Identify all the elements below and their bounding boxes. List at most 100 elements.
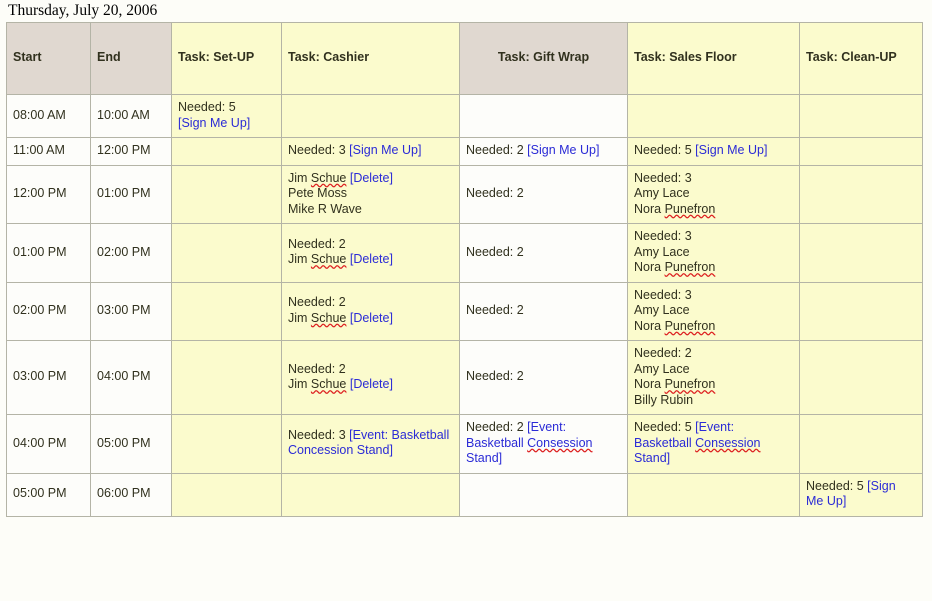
cell-start-time: 02:00 PM <box>6 281 91 341</box>
cell-setup <box>171 340 282 415</box>
cell-sales-floor: Needed: 5 [Sign Me Up] <box>627 137 800 166</box>
column-header-end: End <box>90 22 172 95</box>
assignee-name: Jim Schue <box>288 170 347 185</box>
cell-sales-floor: Needed: 3 Amy Lace Nora Punefron <box>627 281 800 341</box>
cell-start-time: 01:00 PM <box>6 223 91 283</box>
table-row: 04:00 PM 05:00 PM Needed: 3 [Event: Bask… <box>6 414 923 474</box>
cell-cashier: Needed: 2 Jim Schue [Delete] <box>281 281 460 341</box>
assignee-name: Amy Lace <box>634 361 690 376</box>
sign-me-up-link[interactable]: [Sign Me Up] <box>527 143 599 157</box>
assignee-name: Billy Rubin <box>634 392 694 407</box>
cell-clean-up <box>799 94 923 138</box>
cell-clean-up <box>799 281 923 341</box>
sign-me-up-link[interactable]: [Sign Me Up] <box>349 143 421 157</box>
misspelled-word: Consession <box>695 435 761 450</box>
delete-link[interactable]: [Delete] <box>350 252 393 266</box>
column-header-cashier: Task: Cashier <box>281 22 460 95</box>
table-header: Start End Task: Set-UP Task: Cashier Tas… <box>6 22 923 95</box>
cell-clean-up <box>799 414 923 474</box>
cell-sales-floor: Needed: 3 Amy Lace Nora Punefron <box>627 164 800 224</box>
misspelled-word: Punefron <box>664 318 716 333</box>
needed-count: Needed: 2 <box>634 346 692 360</box>
cell-end-time: 04:00 PM <box>90 340 172 415</box>
assignee-name: Amy Lace <box>634 186 690 200</box>
cell-cashier <box>281 94 460 138</box>
needed-count: Needed: 2 <box>466 143 524 157</box>
misspelled-word: Consession <box>527 435 593 450</box>
cell-cashier: Needed: 2 Jim Schue [Delete] <box>281 223 460 283</box>
misspelled-word: Schue <box>310 170 347 185</box>
cell-setup <box>171 414 282 474</box>
sign-me-up-link[interactable]: [Sign Me Up] <box>178 116 250 130</box>
column-header-clean-up: Task: Clean-UP <box>799 22 923 95</box>
assignee-name: Nora Punefron <box>634 201 716 216</box>
cell-gift-wrap: Needed: 2 <box>459 340 628 415</box>
needed-count: Needed: 3 <box>634 287 692 302</box>
needed-count: Needed: 2 <box>466 369 524 384</box>
cell-end-time: 01:00 PM <box>90 164 172 224</box>
cell-gift-wrap: Needed: 2 [Event: Basketball Consession … <box>459 414 628 474</box>
sign-me-up-link[interactable]: [Sign Me Up] <box>695 143 767 157</box>
assignee-name-row: Jim Schue [Delete] <box>288 377 453 393</box>
cell-gift-wrap: Needed: 2 [Sign Me Up] <box>459 137 628 166</box>
cell-gift-wrap: Needed: 2 <box>459 223 628 283</box>
cell-setup <box>171 164 282 224</box>
column-header-start: Start <box>6 22 91 95</box>
assignee-name-row: Jim Schue [Delete] <box>288 171 453 187</box>
cell-start-time: 12:00 PM <box>6 164 91 224</box>
table-row: 08:00 AM 10:00 AM Needed: 5 [Sign Me Up] <box>6 94 923 138</box>
misspelled-word: Punefron <box>664 260 716 274</box>
cell-cashier <box>281 472 460 517</box>
needed-count: Needed: 2 <box>466 244 524 259</box>
assignee-name: Nora Punefron <box>634 318 716 333</box>
cell-cashier: Needed: 3 [Event: Basketball Concession … <box>281 414 460 474</box>
needed-count: Needed: 2 <box>466 186 524 200</box>
cell-clean-up <box>799 223 923 283</box>
cell-end-time: 02:00 PM <box>90 223 172 283</box>
needed-count: Needed: 3 <box>288 427 346 442</box>
cell-gift-wrap: Needed: 2 <box>459 281 628 341</box>
cell-gift-wrap: Needed: 2 <box>459 164 628 224</box>
table-row: 01:00 PM 02:00 PM Needed: 2 Jim Schue [D… <box>6 223 923 283</box>
cell-start-time: 05:00 PM <box>6 472 91 517</box>
cell-end-time: 03:00 PM <box>90 281 172 341</box>
misspelled-word: Schue <box>310 377 347 391</box>
cell-clean-up <box>799 340 923 415</box>
needed-count: Needed: 2 <box>466 420 524 434</box>
cell-clean-up <box>799 164 923 224</box>
needed-count: Needed: 5 <box>178 100 236 114</box>
cell-setup: Needed: 5 [Sign Me Up] <box>171 94 282 138</box>
assignee-name: Nora Punefron <box>634 377 716 391</box>
needed-count: Needed: 5 <box>634 420 692 434</box>
assignee-name: Jim Schue <box>288 310 347 325</box>
column-header-gift-wrap: Task: Gift Wrap <box>459 22 628 95</box>
assignee-name: Mike R Wave <box>288 201 362 216</box>
cell-gift-wrap <box>459 472 628 517</box>
cell-start-time: 08:00 AM <box>6 94 91 138</box>
delete-link[interactable]: [Delete] <box>350 377 393 391</box>
table-row: 03:00 PM 04:00 PM Needed: 2 Jim Schue [D… <box>6 340 923 415</box>
table-body: 08:00 AM 10:00 AM Needed: 5 [Sign Me Up]… <box>6 94 923 517</box>
cell-sales-floor <box>627 472 800 517</box>
cell-setup <box>171 472 282 517</box>
misspelled-word: Punefron <box>664 201 716 216</box>
column-header-setup: Task: Set-UP <box>171 22 282 95</box>
misspelled-word: Schue <box>310 252 347 267</box>
cell-setup <box>171 281 282 341</box>
cell-gift-wrap <box>459 94 628 138</box>
assignee-name-row: Jim Schue [Delete] <box>288 311 453 327</box>
needed-count: Needed: 5 <box>634 143 692 157</box>
assignee-name: Pete Moss <box>288 186 348 200</box>
needed-count: Needed: 3 <box>634 229 692 243</box>
cell-start-time: 03:00 PM <box>6 340 91 415</box>
cell-clean-up <box>799 137 923 166</box>
cell-clean-up: Needed: 5 [Sign Me Up] <box>799 472 923 517</box>
assignee-name: Nora Punefron <box>634 260 716 274</box>
schedule-table: Start End Task: Set-UP Task: Cashier Tas… <box>6 22 923 517</box>
column-header-sales-floor: Task: Sales Floor <box>627 22 800 95</box>
delete-link[interactable]: [Delete] <box>350 171 393 185</box>
table-row: 12:00 PM 01:00 PM Jim Schue [Delete] Pet… <box>6 164 923 224</box>
delete-link[interactable]: [Delete] <box>350 311 393 325</box>
cell-start-time: 04:00 PM <box>6 414 91 474</box>
cell-cashier: Jim Schue [Delete] Pete Moss Mike R Wave <box>281 164 460 224</box>
